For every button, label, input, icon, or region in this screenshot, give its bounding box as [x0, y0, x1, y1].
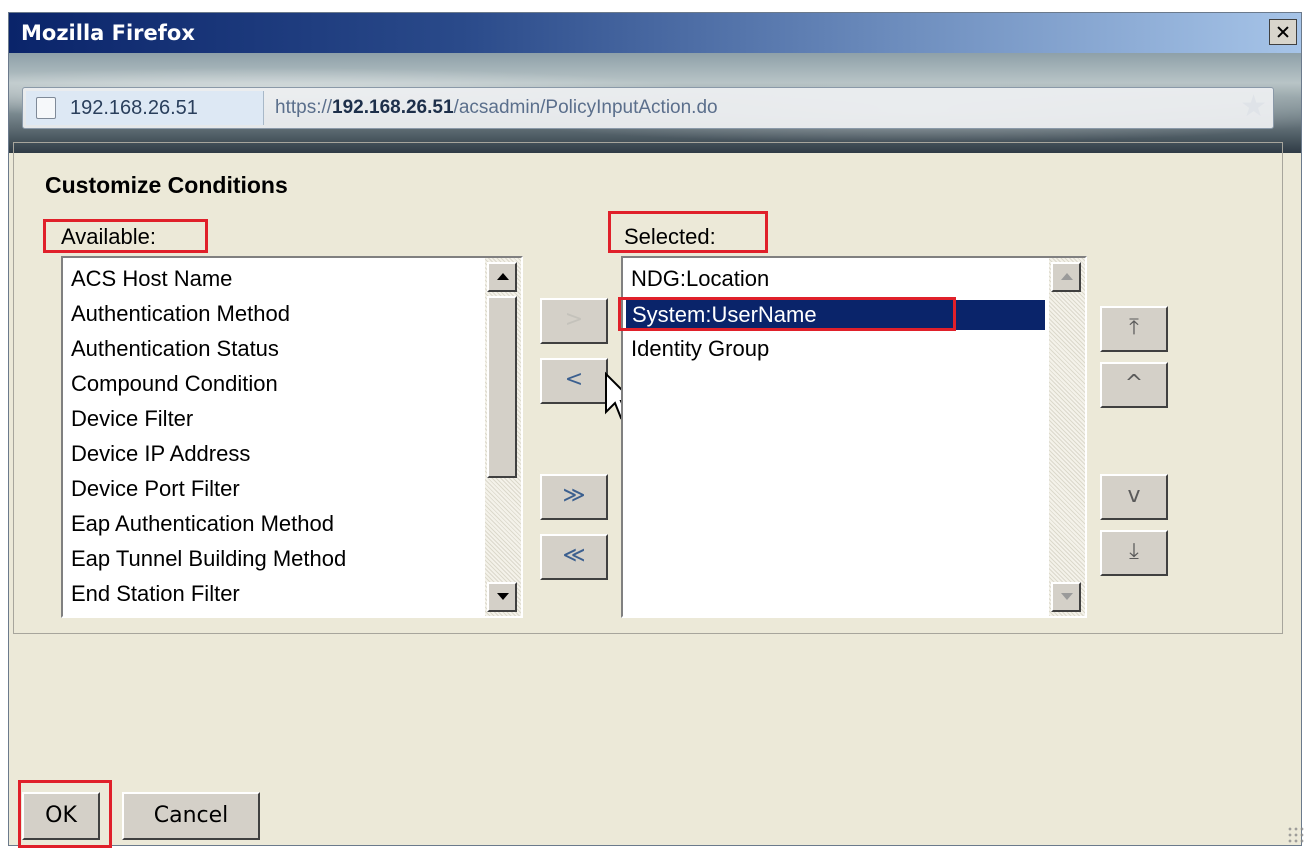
list-item[interactable]: End Station Filter	[71, 581, 240, 607]
url-field[interactable]: 192.168.26.51 https://192.168.26.51/acsa…	[22, 87, 1274, 129]
add-button[interactable]: >	[540, 298, 608, 344]
site-identity-host: 192.168.26.51	[70, 97, 198, 119]
move-bottom-button[interactable]: ⤓	[1100, 530, 1168, 576]
available-scrollbar[interactable]	[485, 258, 521, 616]
close-window-button[interactable]	[1269, 19, 1297, 45]
scroll-down-button[interactable]	[1051, 582, 1081, 612]
move-top-button[interactable]: ⤒	[1100, 306, 1168, 352]
selected-scrollbar[interactable]	[1049, 258, 1085, 616]
window-title: Mozilla Firefox	[21, 21, 195, 45]
list-item[interactable]: Device IP Address	[71, 441, 250, 467]
selected-label-highlight	[608, 211, 768, 253]
scroll-up-button[interactable]	[1051, 262, 1081, 292]
url-text: https://192.168.26.51/acsadmin/PolicyInp…	[275, 97, 718, 119]
move-up-button[interactable]: ^	[1100, 362, 1168, 408]
remove-all-button[interactable]: ≪	[540, 534, 608, 580]
bookmark-star-icon[interactable]: ★	[1240, 90, 1267, 124]
list-item[interactable]: Eap Authentication Method	[71, 511, 334, 537]
url-host: 192.168.26.51	[332, 97, 454, 118]
cancel-button[interactable]: Cancel	[122, 792, 260, 840]
ok-button-highlight	[18, 780, 112, 848]
list-item[interactable]: Authentication Status	[71, 336, 279, 362]
selected-item-highlight	[618, 297, 956, 331]
url-prefix: https://	[275, 97, 333, 118]
page-icon	[36, 97, 56, 119]
list-item[interactable]: NDG:Location	[631, 266, 769, 292]
site-identity-button[interactable]: 192.168.26.51	[26, 91, 264, 125]
url-path: /acsadmin/PolicyInputAction.do	[453, 97, 718, 118]
add-all-button[interactable]: ≫	[540, 474, 608, 520]
list-item[interactable]: Device Filter	[71, 406, 193, 432]
list-item[interactable]: Identity Group	[631, 336, 769, 362]
section-title: Customize Conditions	[45, 172, 288, 198]
scroll-down-button[interactable]	[487, 582, 517, 612]
list-item[interactable]: Authentication Method	[71, 301, 290, 327]
scroll-thumb[interactable]	[487, 296, 517, 478]
title-bar: Mozilla Firefox	[9, 13, 1301, 53]
resize-grip-icon[interactable]	[1287, 826, 1305, 844]
list-item[interactable]: Compound Condition	[71, 371, 278, 397]
remove-button[interactable]: <	[540, 358, 608, 404]
scroll-up-button[interactable]	[487, 262, 517, 292]
list-item[interactable]: Device Port Filter	[71, 476, 240, 502]
available-listbox[interactable]: ACS Host Name Authentication Method Auth…	[61, 256, 523, 618]
address-bar-area: 192.168.26.51 https://192.168.26.51/acsa…	[9, 53, 1301, 153]
available-label-highlight	[43, 219, 208, 253]
list-item[interactable]: ACS Host Name	[71, 266, 232, 292]
list-item[interactable]: Eap Tunnel Building Method	[71, 546, 346, 572]
move-down-button[interactable]: v	[1100, 474, 1168, 520]
